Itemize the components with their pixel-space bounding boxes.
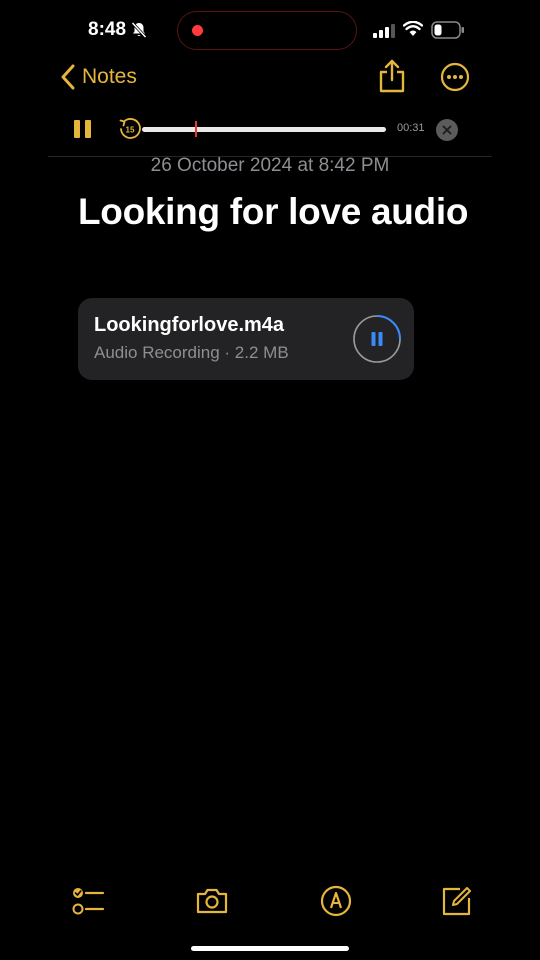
pause-icon xyxy=(74,120,80,138)
attachment-meta: Audio Recording · 2.2 MB xyxy=(94,343,289,362)
note-title[interactable]: Looking for love audio xyxy=(78,187,498,237)
playhead[interactable] xyxy=(195,121,197,137)
compose-icon[interactable] xyxy=(440,884,474,918)
audio-attachment[interactable]: Lookingforlove.m4a Audio Recording · 2.2… xyxy=(78,298,414,380)
home-indicator[interactable] xyxy=(191,946,349,951)
skip-label: 15 xyxy=(126,126,135,135)
close-player-button[interactable] xyxy=(436,119,458,141)
back-button[interactable]: Notes xyxy=(60,62,137,92)
progress-track[interactable] xyxy=(142,127,386,132)
elapsed-time: 00:31 xyxy=(397,122,425,134)
close-icon xyxy=(442,125,452,135)
skip-back-15-icon[interactable]: 15 xyxy=(118,117,142,141)
note-date: 26 October 2024 at 8:42 PM xyxy=(150,155,390,176)
chevron-left-icon xyxy=(61,64,75,90)
attachment-filename: Lookingforlove.m4a xyxy=(94,314,285,336)
markup-icon[interactable] xyxy=(319,884,353,918)
bell-slash-icon xyxy=(131,21,147,39)
share-icon[interactable] xyxy=(377,58,407,94)
wifi-icon xyxy=(403,21,423,36)
checklist-icon[interactable] xyxy=(71,884,105,918)
signal-icon xyxy=(373,24,395,38)
battery-icon xyxy=(431,21,464,39)
status-time: 8:48 xyxy=(88,19,127,40)
attachment-pause-button[interactable] xyxy=(352,314,402,364)
audio-scrubber: 15 00:31 xyxy=(0,112,540,146)
pause-button[interactable] xyxy=(74,120,92,138)
status-bar: 8:48 xyxy=(0,0,540,60)
dynamic-island xyxy=(177,11,357,50)
camera-icon[interactable] xyxy=(195,884,229,918)
back-label: Notes xyxy=(82,65,137,88)
pause-icon xyxy=(371,332,383,346)
more-icon[interactable] xyxy=(440,62,470,92)
recording-indicator xyxy=(192,25,203,36)
